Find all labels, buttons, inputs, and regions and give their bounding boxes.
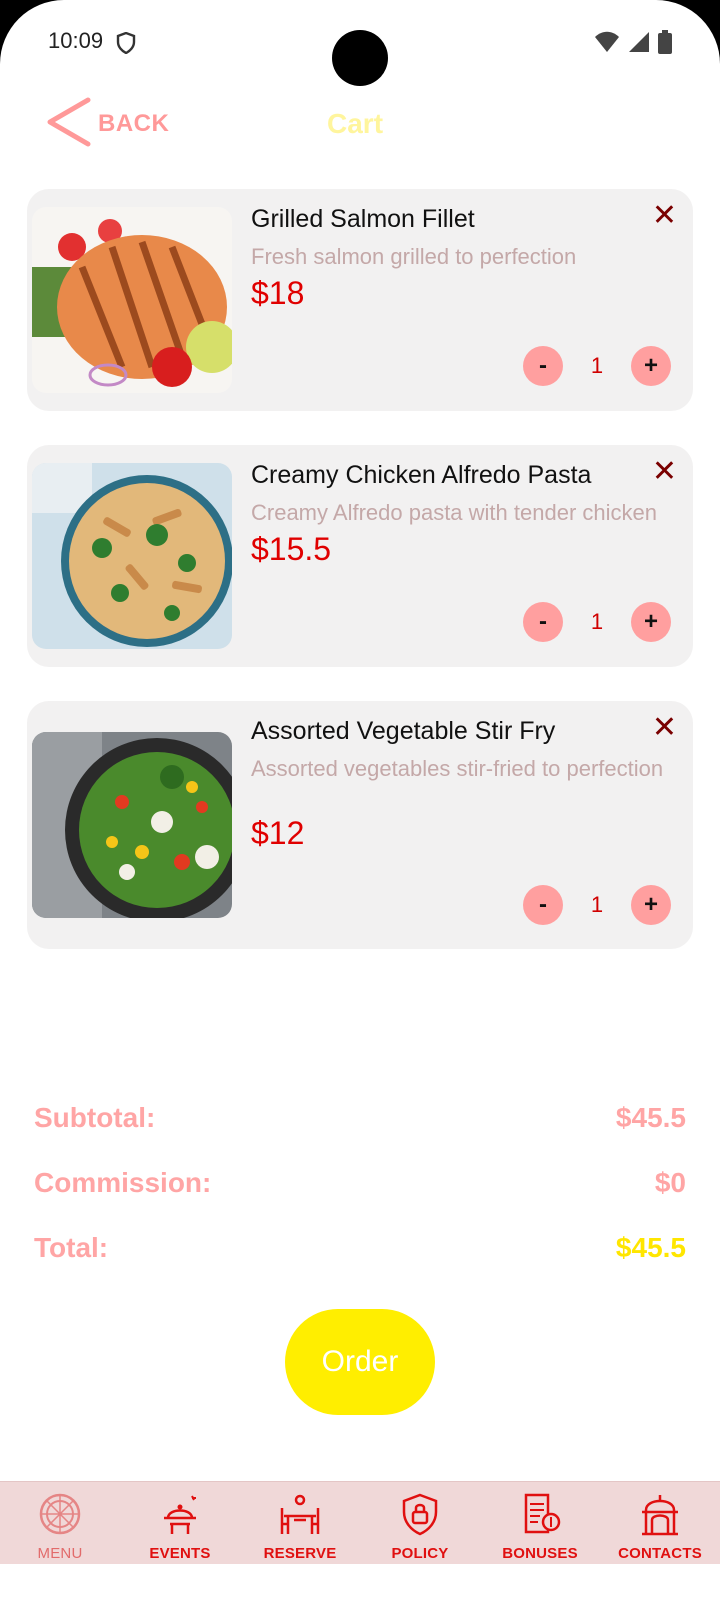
commission-label: Commission:: [34, 1167, 212, 1198]
app-screen: 10:09 BACK Cart Grilled Salmon Fillet Fr…: [0, 0, 720, 1605]
home-indicator[interactable]: [270, 1582, 450, 1589]
remove-item-button[interactable]: ✕: [652, 457, 677, 487]
subtotal-value: $45.5: [615, 1102, 686, 1133]
building-icon: [638, 1482, 682, 1541]
shield-icon: [116, 31, 136, 59]
nav-label: POLICY: [391, 1545, 449, 1562]
remove-item-button[interactable]: ✕: [652, 713, 677, 743]
increase-quantity-button[interactable]: +: [631, 602, 671, 642]
nav-item-events[interactable]: EVENTS: [120, 1482, 240, 1564]
item-name: Grilled Salmon Fillet: [251, 205, 475, 233]
subtotal-label: Subtotal:: [34, 1102, 156, 1133]
quantity-value: 1: [590, 353, 604, 378]
remove-item-button[interactable]: ✕: [652, 201, 677, 231]
total-value: $45.5: [615, 1232, 686, 1263]
nav-label: CONTACTS: [618, 1545, 702, 1562]
commission-row: Commission: $0: [34, 1167, 686, 1207]
item-image-salmon: [32, 207, 232, 393]
wifi-icon: [594, 31, 620, 58]
item-image-pasta: [32, 463, 232, 649]
subtotal-row: Subtotal: $45.5: [34, 1102, 686, 1142]
pizza-icon: [38, 1482, 82, 1541]
nav-label: RESERVE: [263, 1545, 337, 1562]
item-description: Creamy Alfredo pasta with tender chicken: [251, 500, 657, 525]
chevron-left-icon: [44, 96, 92, 153]
increase-quantity-button[interactable]: +: [631, 885, 671, 925]
nav-label: EVENTS: [149, 1545, 211, 1562]
quantity-value: 1: [590, 892, 604, 917]
back-button[interactable]: BACK: [44, 96, 170, 153]
nav-label: BONUSES: [502, 1545, 578, 1562]
status-bar: 10:09: [0, 0, 720, 90]
bottom-navigation: MENU EVENTS RESERVE POLICY BONUSES CONTA…: [0, 1481, 720, 1564]
waiter-icon: [158, 1482, 202, 1541]
item-price: $15.5: [251, 531, 332, 567]
total-label: Total:: [34, 1232, 109, 1263]
quantity-stepper: - 1 +: [523, 346, 671, 386]
signal-icon: [628, 31, 650, 58]
nav-label: MENU: [37, 1545, 83, 1562]
item-image-stir-fry: [32, 732, 232, 918]
commission-value: $0: [654, 1167, 686, 1198]
shield-lock-icon: [398, 1482, 442, 1541]
receipt-coin-icon: [518, 1482, 562, 1541]
item-price: $18: [251, 275, 305, 311]
quantity-stepper: - 1 +: [523, 602, 671, 642]
back-label: BACK: [98, 110, 170, 137]
item-price: $12: [251, 815, 305, 851]
status-time: 10:09: [48, 28, 104, 53]
item-name: Creamy Chicken Alfredo Pasta: [251, 461, 592, 489]
total-row: Total: $45.5: [34, 1232, 686, 1272]
nav-item-bonuses[interactable]: BONUSES: [480, 1482, 600, 1564]
quantity-value: 1: [590, 609, 604, 634]
item-name: Assorted Vegetable Stir Fry: [251, 717, 556, 745]
quantity-stepper: - 1 +: [523, 885, 671, 925]
cart-item: Assorted Vegetable Stir Fry Assorted veg…: [27, 701, 693, 949]
status-icons: [594, 30, 672, 59]
cart-item: Creamy Chicken Alfredo Pasta Creamy Alfr…: [27, 445, 693, 667]
nav-item-policy[interactable]: POLICY: [360, 1482, 480, 1564]
nav-item-reserve[interactable]: RESERVE: [240, 1482, 360, 1564]
table-reserve-icon: [278, 1482, 322, 1541]
nav-item-menu[interactable]: MENU: [0, 1482, 120, 1564]
cart-item: Grilled Salmon Fillet Fresh salmon grill…: [27, 189, 693, 411]
order-button[interactable]: Order: [285, 1309, 435, 1415]
item-description: Fresh salmon grilled to perfection: [251, 244, 577, 269]
nav-item-contacts[interactable]: CONTACTS: [600, 1482, 720, 1564]
battery-icon: [658, 30, 672, 59]
page-title: Cart: [327, 108, 384, 139]
decrease-quantity-button[interactable]: -: [523, 346, 563, 386]
increase-quantity-button[interactable]: +: [631, 346, 671, 386]
item-description: Assorted vegetables stir-fried to perfec…: [251, 756, 664, 781]
camera-cutout: [332, 30, 388, 86]
decrease-quantity-button[interactable]: -: [523, 602, 563, 642]
decrease-quantity-button[interactable]: -: [523, 885, 563, 925]
